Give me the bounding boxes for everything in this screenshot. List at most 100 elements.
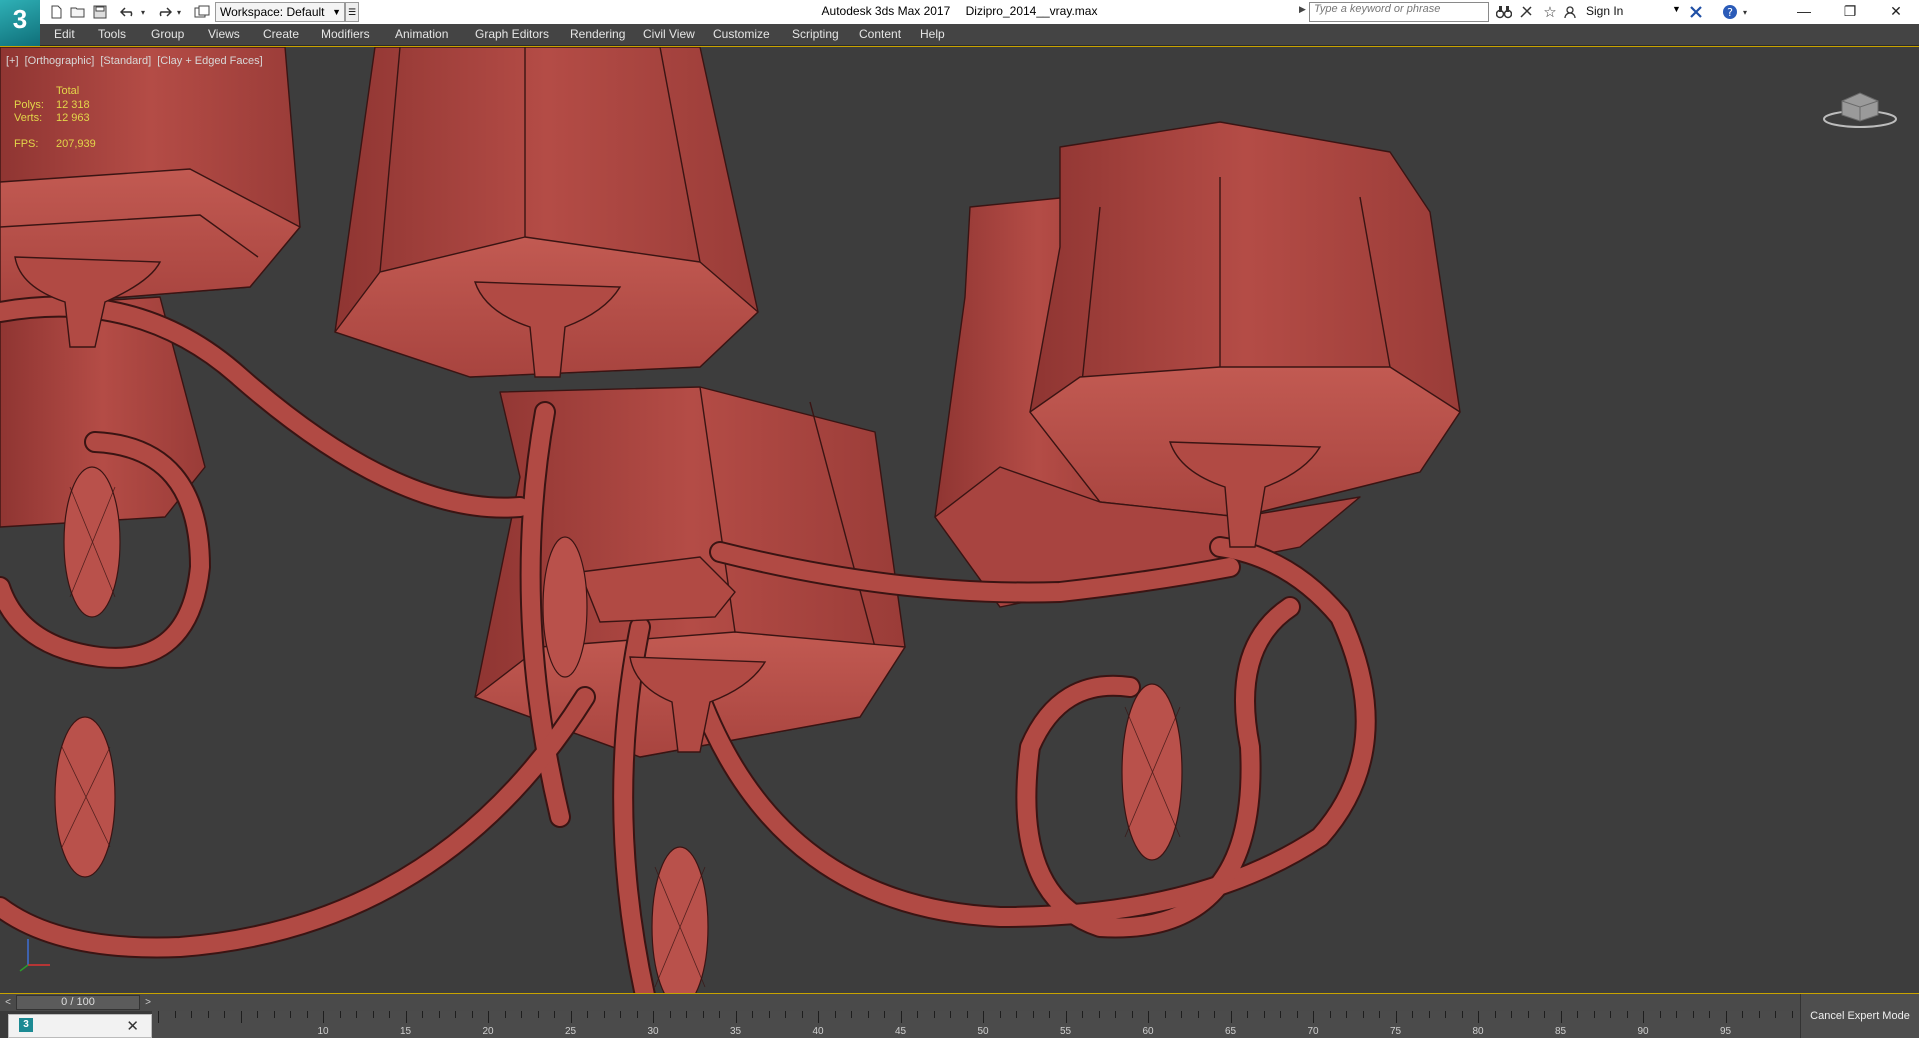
ruler-tick — [818, 1011, 819, 1023]
project-folder-icon[interactable] — [192, 2, 212, 22]
viewport-orthographic[interactable]: [+] [Orthographic] [Standard] [Clay + Ed… — [0, 46, 1919, 994]
menu-edit[interactable]: Edit — [54, 27, 75, 41]
close-icon[interactable]: ✕ — [126, 1017, 139, 1035]
restore-icon[interactable]: ❐ — [1827, 0, 1873, 24]
ruler-tick — [1494, 1011, 1496, 1018]
app-window: ▾ ▾ Workspace: Default ▼ ☰ Autodesk 3ds … — [0, 0, 1919, 1038]
ruler-tick — [1527, 1011, 1529, 1018]
ruler-tick — [1247, 1011, 1248, 1018]
ruler-tick — [521, 1011, 522, 1018]
ruler-tick — [1725, 1011, 1727, 1023]
favorites-star-icon[interactable]: ☆ — [1540, 2, 1560, 22]
ruler-tick-label: 60 — [1142, 1026, 1154, 1037]
menu-group[interactable]: Group — [151, 27, 184, 41]
help-icon[interactable]: ? — [1720, 2, 1740, 22]
viewport-shading-standard[interactable]: [Standard] — [100, 55, 151, 67]
cancel-expert-mode-button[interactable]: Cancel Expert Mode — [1800, 994, 1919, 1038]
viewport-visual-style[interactable]: [Clay + Edged Faces] — [157, 55, 262, 67]
menu-animation[interactable]: Animation — [395, 27, 448, 41]
ruler-tick-label: 15 — [399, 1026, 412, 1037]
sign-in-dropdown-icon[interactable]: ▼ — [1672, 4, 1681, 14]
ruler-tick — [1098, 1011, 1100, 1018]
undo-dropdown-icon[interactable]: ▾ — [138, 2, 148, 22]
menu-customize[interactable]: Customize — [713, 27, 770, 41]
ruler-tick — [702, 1011, 704, 1018]
ruler-tick — [1643, 1011, 1644, 1023]
menu-scripting[interactable]: Scripting — [792, 27, 839, 41]
menu-create[interactable]: Create — [263, 27, 299, 41]
communication-center-icon[interactable] — [1516, 2, 1536, 22]
viewport-menu-plus[interactable]: [+] — [6, 55, 19, 67]
ruler-tick — [339, 1011, 341, 1018]
ruler-tick — [1758, 1011, 1760, 1018]
ruler-tick — [950, 1011, 951, 1018]
ruler-tick — [851, 1011, 852, 1018]
ruler-tick — [1428, 1011, 1430, 1018]
viewcube-icon[interactable] — [1820, 79, 1900, 129]
user-icon[interactable] — [1560, 2, 1580, 22]
ruler-tick — [405, 1011, 407, 1023]
stats-header: Total — [56, 85, 80, 97]
ruler-tick — [785, 1011, 786, 1018]
open-file-icon[interactable] — [68, 2, 88, 22]
ruler-tick — [735, 1011, 737, 1023]
menu-tools[interactable]: Tools — [98, 27, 126, 41]
quick-access-customize-icon[interactable]: ☰ — [345, 2, 359, 22]
menu-rendering[interactable]: Rendering — [570, 27, 625, 41]
time-slider[interactable]: 0 / 100 — [16, 995, 140, 1010]
minimize-icon[interactable]: — — [1781, 0, 1827, 24]
menu-modifiers[interactable]: Modifiers — [321, 27, 370, 41]
viewport-label[interactable]: [+] [Orthographic] [Standard] [Clay + Ed… — [6, 55, 266, 67]
exchange-apps-icon[interactable] — [1686, 2, 1706, 22]
ruler-tick — [1131, 1011, 1133, 1018]
ruler-tick — [966, 1011, 968, 1018]
search-expand-icon[interactable]: ▶ — [1299, 4, 1306, 15]
app-logo[interactable]: 3 — [0, 0, 40, 46]
ruler-tick — [1791, 1011, 1793, 1018]
menu-bar: Edit Tools Group Views Create Modifiers … — [40, 24, 1919, 46]
menu-content[interactable]: Content — [859, 27, 901, 41]
binoculars-icon[interactable] — [1494, 2, 1514, 22]
ruler-tick — [587, 1011, 588, 1018]
time-slider-bar: < 0 / 100 > — [0, 994, 1919, 1011]
ruler-tick — [1626, 1011, 1628, 1018]
ruler-tick — [983, 1011, 984, 1023]
ruler-tick — [438, 1011, 440, 1018]
save-file-icon[interactable] — [90, 2, 110, 22]
ruler-tick-label: 20 — [482, 1026, 494, 1037]
ruler-tick — [1032, 1011, 1034, 1018]
ruler-tick — [290, 1011, 291, 1018]
menu-graph-editors[interactable]: Graph Editors — [475, 27, 549, 41]
ruler-tick-label: 75 — [1389, 1026, 1402, 1037]
track-bar-ruler[interactable]: 101520253035404550556065707580859095100 — [152, 1011, 1816, 1038]
ruler-tick — [1676, 1011, 1677, 1018]
ruler-tick — [174, 1011, 176, 1018]
time-prev-button[interactable]: < — [0, 994, 16, 1011]
close-icon[interactable]: ✕ — [1873, 0, 1919, 24]
sign-in-button[interactable]: Sign In — [1586, 4, 1623, 18]
help-dropdown-icon[interactable]: ▾ — [1740, 2, 1750, 22]
stats-fps-label: FPS: — [14, 138, 39, 150]
undo-icon[interactable] — [118, 2, 138, 22]
menu-views[interactable]: Views — [208, 27, 240, 41]
ruler-tick — [455, 1011, 456, 1018]
menu-civil-view[interactable]: Civil View — [643, 27, 695, 41]
ruler-tick — [620, 1011, 621, 1018]
ruler-tick — [1692, 1011, 1694, 1018]
search-input[interactable]: Type a keyword or phrase — [1309, 2, 1489, 22]
ruler-tick — [1445, 1011, 1446, 1018]
menu-help[interactable]: Help — [920, 27, 945, 41]
redo-dropdown-icon[interactable]: ▾ — [174, 2, 184, 22]
ruler-tick — [1214, 1011, 1215, 1018]
axis-tripod-icon — [19, 939, 50, 972]
new-file-icon[interactable] — [46, 2, 66, 22]
mini-taskbar-button[interactable]: 3 ✕ — [8, 1014, 152, 1038]
ruler-tick — [752, 1011, 753, 1018]
ruler-tick — [1346, 1011, 1347, 1018]
redo-icon[interactable] — [154, 2, 174, 22]
viewport-point-of-view[interactable]: [Orthographic] — [25, 55, 95, 67]
ruler-tick — [1263, 1011, 1265, 1018]
time-next-button[interactable]: > — [140, 994, 156, 1011]
workspace-selector[interactable]: Workspace: Default ▼ — [215, 2, 345, 22]
ruler-tick — [1709, 1011, 1710, 1018]
